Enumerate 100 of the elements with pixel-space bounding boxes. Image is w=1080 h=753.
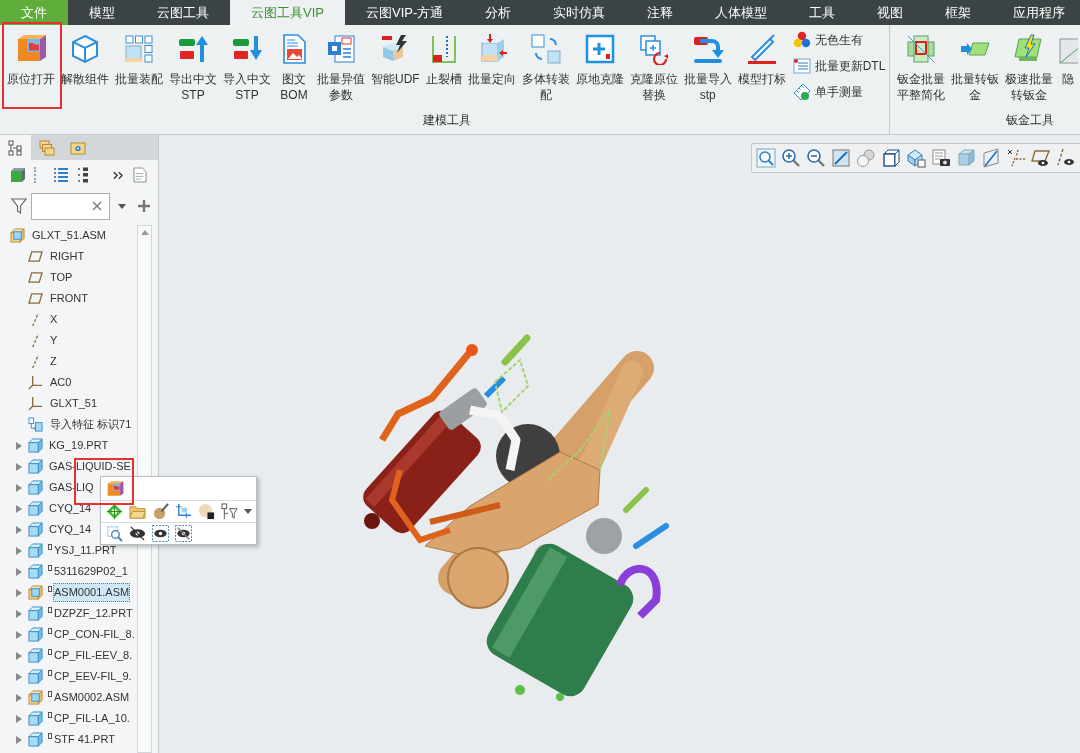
cube-icon[interactable] bbox=[881, 148, 901, 168]
expand-arrow-icon[interactable] bbox=[15, 482, 23, 493]
tree-item[interactable]: ASM0002.ASM bbox=[53, 688, 131, 707]
tree-item[interactable]: GLXT_51 bbox=[49, 394, 99, 413]
ribbon-button[interactable]: 无色生有 bbox=[790, 27, 888, 53]
target-icon[interactable] bbox=[106, 503, 123, 520]
plane-eye-icon[interactable] bbox=[1031, 148, 1051, 168]
tree-item[interactable]: AC0 bbox=[49, 373, 73, 392]
ribbon-button[interactable]: 原地克隆 bbox=[572, 30, 627, 87]
tree-item[interactable]: TOP bbox=[49, 268, 74, 287]
ribbon-tab[interactable]: 应用程序 bbox=[992, 0, 1066, 25]
tree-item[interactable]: CYQ_14 bbox=[48, 499, 93, 518]
refit-icon[interactable] bbox=[831, 148, 851, 168]
ribbon-button[interactable]: 止裂槽 bbox=[422, 30, 465, 87]
tree-item[interactable]: YSJ_11.PRT bbox=[53, 541, 118, 560]
expand-arrow-icon[interactable] bbox=[15, 629, 23, 640]
tree-item[interactable]: ASM0001.ASM bbox=[53, 583, 131, 602]
ribbon-button[interactable]: 钣金批量 平整简化 bbox=[894, 30, 949, 103]
plane-slash-icon[interactable] bbox=[981, 148, 1001, 168]
ribbon-button[interactable]: 多体转装 配 bbox=[518, 30, 573, 103]
cube-folder-icon[interactable] bbox=[106, 479, 124, 498]
expand-arrow-icon[interactable] bbox=[15, 734, 23, 745]
ribbon-tab[interactable]: 分析 bbox=[464, 0, 533, 25]
eye-slash-icon[interactable] bbox=[129, 525, 146, 542]
expand-arrow-icon[interactable] bbox=[15, 566, 23, 577]
tree-item[interactable]: RIGHT bbox=[49, 247, 86, 266]
zoom-fit-icon[interactable] bbox=[756, 148, 776, 168]
tree-item[interactable]: DZPZF_12.PRT bbox=[53, 604, 134, 623]
expand-arrow-icon[interactable] bbox=[15, 608, 23, 619]
ribbon-tab[interactable]: 云图VIP-方通 bbox=[344, 0, 465, 25]
ribbon-button[interactable]: 隐 bbox=[1056, 30, 1080, 87]
cube-icon[interactable] bbox=[10, 167, 26, 183]
expand-arrow-icon[interactable] bbox=[15, 671, 23, 682]
tree-item[interactable]: CYQ_14 bbox=[48, 520, 93, 539]
zoom-out-icon[interactable] bbox=[806, 148, 826, 168]
eye-dashed-icon[interactable] bbox=[152, 525, 169, 542]
ribbon-button[interactable]: 图文 BOM bbox=[274, 30, 314, 103]
ribbon-button[interactable]: 批量导入 stp bbox=[680, 30, 735, 103]
plus-icon[interactable] bbox=[138, 200, 150, 212]
cube-document-icon[interactable] bbox=[906, 148, 926, 168]
tree-item[interactable]: GLXT_51.ASM bbox=[31, 226, 107, 245]
zoom-in-icon[interactable] bbox=[781, 148, 801, 168]
dashed-axes-icon[interactable] bbox=[1006, 148, 1026, 168]
expand-arrow-icon[interactable] bbox=[15, 713, 23, 724]
filter-field[interactable] bbox=[31, 192, 110, 220]
camera-sheet-icon[interactable] bbox=[931, 148, 951, 168]
eye-slash-dashed-icon[interactable] bbox=[175, 525, 192, 542]
tree-item[interactable]: 导入特征 标识71 bbox=[49, 415, 133, 434]
ribbon-button[interactable]: 单手测量 bbox=[790, 79, 888, 105]
tree-item[interactable]: KG_19.PRT bbox=[48, 436, 110, 455]
tree-item[interactable]: X bbox=[49, 310, 59, 329]
expand-arrow-icon[interactable] bbox=[15, 440, 23, 451]
scroll-up-icon[interactable] bbox=[140, 230, 149, 235]
ribbon-tab[interactable]: 实时仿真 bbox=[532, 0, 627, 25]
ribbon-button[interactable]: 克隆原位 替换 bbox=[626, 30, 681, 103]
ribbon-tab[interactable]: 框架 bbox=[924, 0, 993, 25]
tree-item[interactable]: 5311629P02_1 bbox=[53, 562, 129, 581]
tree-item[interactable]: CP_EEV-FIL_9. bbox=[53, 667, 133, 686]
ribbon-button[interactable]: 模型打标 bbox=[734, 30, 789, 87]
ribbon-tab[interactable]: 注释 bbox=[626, 0, 695, 25]
ribbon-button[interactable]: 批量异值 参数 bbox=[314, 30, 368, 103]
ribbon-button[interactable]: 解散组件 bbox=[58, 30, 112, 87]
ribbon-tab[interactable]: 模型 bbox=[68, 0, 136, 25]
tree-item[interactable]: STF 41.PRT bbox=[53, 730, 116, 749]
ribbon-tab[interactable]: 工具 bbox=[788, 0, 857, 25]
brush-icon[interactable] bbox=[152, 503, 169, 520]
ribbon-tab[interactable]: 人体模型 bbox=[694, 0, 789, 25]
ribbon-button[interactable]: 批量定向 bbox=[464, 30, 519, 87]
ribbon-tab[interactable]: 视图 bbox=[856, 0, 925, 25]
ribbon-button[interactable]: 批量转钣 金 bbox=[948, 30, 1003, 103]
ribbon-button[interactable]: 批量装配 bbox=[112, 30, 166, 87]
tree-item[interactable]: Y bbox=[49, 331, 59, 350]
expand-arrow-icon[interactable] bbox=[15, 461, 23, 472]
ribbon-tab[interactable]: 云图工具 bbox=[136, 0, 230, 25]
caret-icon[interactable] bbox=[118, 203, 126, 209]
axis-eye-icon[interactable] bbox=[1056, 148, 1076, 168]
tree-item[interactable]: CP_FIL-EEV_8. bbox=[53, 646, 134, 665]
ribbon-tab[interactable]: 云图工具VIP bbox=[230, 0, 345, 25]
ribbon-button[interactable]: 原位打开 bbox=[4, 30, 58, 87]
expand-arrow-icon[interactable] bbox=[15, 650, 23, 661]
ribbon-button[interactable]: 导出中文 STP bbox=[166, 30, 220, 103]
ribbon-button[interactable]: 极速批量 转钣金 bbox=[1002, 30, 1057, 103]
tree-list-icon[interactable] bbox=[77, 167, 89, 183]
double-chevron-icon[interactable] bbox=[113, 170, 123, 180]
tree-filter-icon[interactable] bbox=[221, 503, 238, 520]
expand-arrow-icon[interactable] bbox=[15, 545, 23, 556]
tree-item[interactable]: FRONT bbox=[49, 289, 89, 308]
ribbon-button[interactable]: 智能UDF bbox=[368, 30, 423, 87]
ribbon-button[interactable]: 导入中文 STP bbox=[220, 30, 274, 103]
clear-icon[interactable] bbox=[92, 201, 102, 211]
expand-arrow-icon[interactable] bbox=[15, 587, 23, 598]
expand-arrow-icon[interactable] bbox=[15, 692, 23, 703]
caret-icon[interactable] bbox=[244, 509, 252, 514]
list-icon[interactable] bbox=[53, 167, 69, 183]
tree-item[interactable]: CP_CON-FIL_8. bbox=[53, 625, 136, 644]
ribbon-button[interactable]: 批量更新DTL bbox=[790, 53, 888, 79]
crop-icon[interactable] bbox=[175, 503, 192, 520]
panel-tab[interactable] bbox=[0, 135, 31, 160]
filter-icon[interactable] bbox=[11, 198, 27, 214]
tree-item[interactable]: CP_FIL-LA_10. bbox=[53, 709, 131, 728]
